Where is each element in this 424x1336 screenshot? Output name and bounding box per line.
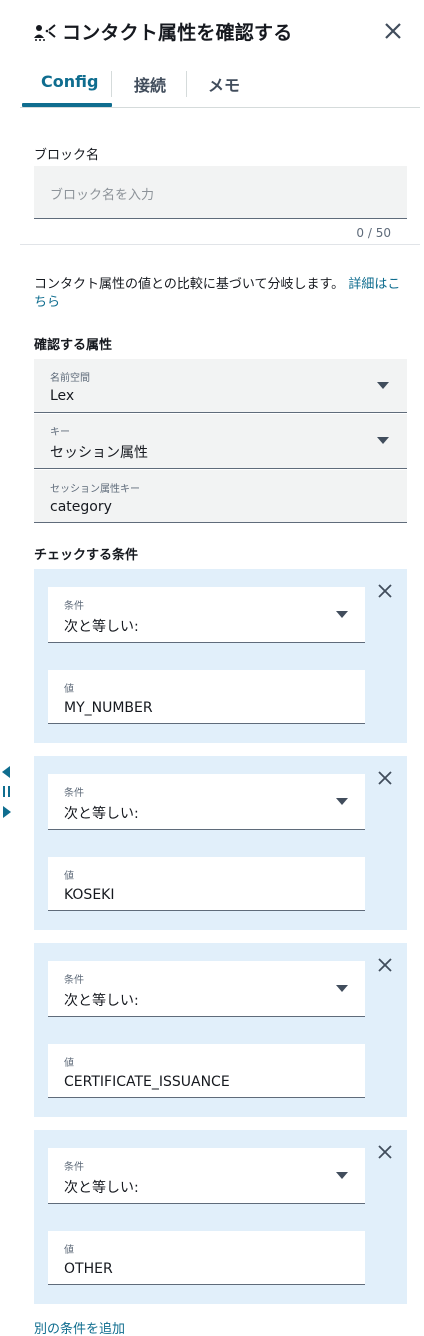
condition-value: 次と等しい: bbox=[64, 1180, 139, 1196]
value-label: 値 bbox=[64, 684, 74, 695]
tab-bar: Config 接続 メモ bbox=[20, 62, 420, 108]
chevron-down-icon bbox=[377, 437, 389, 444]
value-text: OTHER bbox=[64, 1261, 113, 1277]
session-key-value: category bbox=[50, 499, 112, 515]
panel-header: コンタクト属性を確認する bbox=[0, 0, 424, 62]
attribute-section-label: 確認する属性 bbox=[34, 338, 113, 353]
chevron-down-icon bbox=[336, 611, 348, 618]
check-attributes-icon bbox=[34, 24, 56, 41]
value-text: KOSEKI bbox=[64, 887, 115, 903]
session-key-label: セッション属性キー bbox=[50, 484, 140, 495]
tab-divider bbox=[111, 71, 112, 97]
remove-condition-icon[interactable] bbox=[376, 769, 394, 787]
condition-value-input[interactable]: 値 KOSEKI bbox=[48, 857, 365, 911]
value-label: 値 bbox=[64, 1245, 74, 1256]
condition-value-input[interactable]: 値 MY_NUMBER bbox=[48, 670, 365, 724]
namespace-value: Lex bbox=[50, 388, 75, 404]
condition-label: 条件 bbox=[64, 788, 84, 799]
character-counter: 0 / 50 bbox=[356, 226, 391, 240]
block-name-label: ブロック名 bbox=[34, 148, 100, 163]
condition-card: 条件 次と等しい: 値 KOSEKI bbox=[34, 756, 407, 930]
key-label: キー bbox=[50, 427, 70, 438]
key-select[interactable]: キー セッション属性 bbox=[34, 414, 407, 469]
namespace-label: 名前空間 bbox=[50, 373, 90, 384]
chevron-down-icon bbox=[336, 985, 348, 992]
condition-label: 条件 bbox=[64, 1162, 84, 1173]
section-divider bbox=[20, 244, 420, 245]
value-label: 値 bbox=[64, 871, 74, 882]
key-value: セッション属性 bbox=[50, 445, 148, 461]
tab-notes[interactable]: メモ bbox=[208, 72, 240, 96]
block-name-input[interactable]: ブロック名を入力 bbox=[34, 166, 407, 219]
condition-operator-select[interactable]: 条件 次と等しい: bbox=[48, 961, 365, 1017]
close-icon[interactable] bbox=[381, 19, 405, 43]
add-condition-link[interactable]: 別の条件を追加 bbox=[34, 1318, 125, 1336]
page-title: コンタクト属性を確認する bbox=[62, 22, 293, 44]
value-label: 値 bbox=[64, 1058, 74, 1069]
condition-value: 次と等しい: bbox=[64, 806, 139, 822]
condition-operator-select[interactable]: 条件 次と等しい: bbox=[48, 1148, 365, 1204]
remove-condition-icon[interactable] bbox=[376, 956, 394, 974]
condition-operator-select[interactable]: 条件 次と等しい: bbox=[48, 774, 365, 830]
condition-value-input[interactable]: 値 CERTIFICATE_ISSUANCE bbox=[48, 1044, 365, 1098]
value-text: MY_NUMBER bbox=[64, 700, 153, 716]
conditions-section-label: チェックする条件 bbox=[34, 548, 139, 563]
chevron-down-icon bbox=[336, 1172, 348, 1179]
condition-label: 条件 bbox=[64, 975, 84, 986]
remove-condition-icon[interactable] bbox=[376, 1143, 394, 1161]
condition-operator-select[interactable]: 条件 次と等しい: bbox=[48, 587, 365, 643]
description-text: コンタクト属性の値との比較に基づいて分岐します。 詳細はこちら bbox=[34, 276, 406, 312]
active-tab-indicator bbox=[22, 103, 112, 107]
resize-handle-icon[interactable] bbox=[0, 762, 14, 822]
remove-condition-icon[interactable] bbox=[376, 582, 394, 600]
condition-card: 条件 次と等しい: 値 MY_NUMBER bbox=[34, 569, 407, 743]
tab-config[interactable]: Config bbox=[41, 72, 98, 91]
condition-card: 条件 次と等しい: 値 CERTIFICATE_ISSUANCE bbox=[34, 943, 407, 1117]
condition-value: 次と等しい: bbox=[64, 993, 139, 1009]
condition-label: 条件 bbox=[64, 601, 84, 612]
tab-divider bbox=[186, 71, 187, 97]
namespace-select[interactable]: 名前空間 Lex bbox=[34, 359, 407, 413]
session-key-input[interactable]: セッション属性キー category bbox=[34, 470, 407, 523]
chevron-down-icon bbox=[377, 382, 389, 389]
tab-connections[interactable]: 接続 bbox=[134, 72, 166, 96]
value-text: CERTIFICATE_ISSUANCE bbox=[64, 1074, 230, 1090]
condition-value-input[interactable]: 値 OTHER bbox=[48, 1231, 365, 1285]
condition-card: 条件 次と等しい: 値 OTHER bbox=[34, 1130, 407, 1304]
description-body: コンタクト属性の値との比較に基づいて分岐します。 bbox=[34, 277, 345, 292]
condition-value: 次と等しい: bbox=[64, 619, 139, 635]
block-name-placeholder: ブロック名を入力 bbox=[50, 188, 155, 203]
chevron-down-icon bbox=[336, 798, 348, 805]
